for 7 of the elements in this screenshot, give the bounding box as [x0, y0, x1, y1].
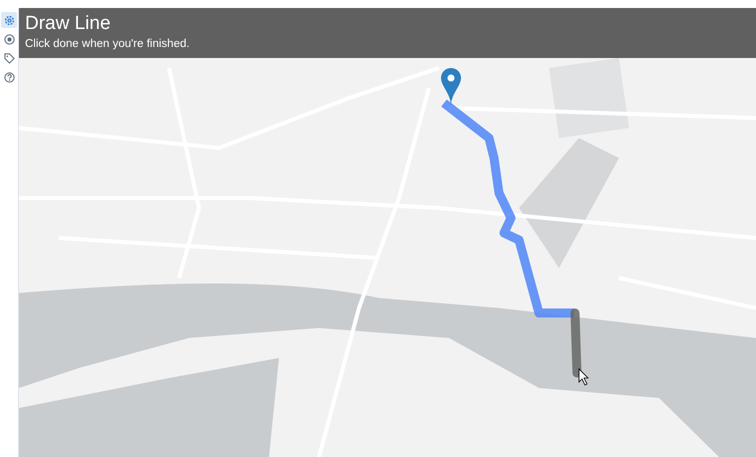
banner-title: Draw Line [25, 12, 112, 36]
tag-icon [4, 52, 14, 64]
banner-subtitle: Click done when you're finished. [25, 37, 191, 52]
help-icon [4, 72, 14, 82]
sidebar-item[interactable] [1, 12, 17, 28]
target-icon [4, 34, 14, 44]
settings-icon [4, 14, 14, 26]
